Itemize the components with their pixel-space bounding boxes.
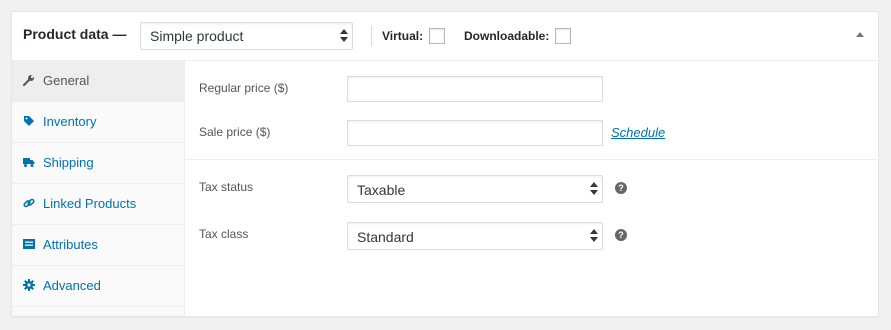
sale-price-input[interactable] xyxy=(347,120,603,146)
tax-class-label: Tax class xyxy=(199,227,249,241)
truck-icon xyxy=(23,158,35,167)
product-data-panel: Product data — Simple product Virtual: D… xyxy=(11,11,879,317)
tax-status-label: Tax status xyxy=(199,180,254,194)
general-options-panel: Regular price ($) Sale price ($) Schedul… xyxy=(185,61,878,316)
tax-status-help-icon[interactable]: ? xyxy=(615,182,627,194)
tab-advanced[interactable]: Advanced xyxy=(12,266,184,307)
regular-price-input[interactable] xyxy=(347,76,603,102)
downloadable-label: Downloadable: xyxy=(464,29,550,43)
virtual-label: Virtual: xyxy=(382,29,424,43)
tax-class-help-icon[interactable]: ? xyxy=(615,229,627,241)
tax-class-value: Standard xyxy=(357,229,414,245)
tab-shipping-label: Shipping xyxy=(43,155,94,170)
gear-icon xyxy=(23,279,35,291)
tax-class-select[interactable]: Standard xyxy=(347,222,603,250)
tab-attributes[interactable]: Attributes xyxy=(12,225,184,266)
tab-inventory-label: Inventory xyxy=(43,114,97,129)
select-arrows-icon xyxy=(590,182,598,196)
link-icon xyxy=(23,198,35,208)
tab-general[interactable]: General xyxy=(12,61,184,102)
product-type-select[interactable]: Simple product xyxy=(140,22,353,50)
panel-title: Product data — xyxy=(23,26,127,42)
wrench-icon xyxy=(23,75,34,86)
collapse-toggle-icon[interactable] xyxy=(856,32,864,37)
select-arrows-icon xyxy=(590,229,598,243)
panel-header: Product data — Simple product Virtual: D… xyxy=(12,12,878,61)
tab-linked-products[interactable]: Linked Products xyxy=(12,184,184,225)
section-divider xyxy=(185,159,878,160)
select-arrows-icon xyxy=(340,29,348,43)
tab-advanced-label: Advanced xyxy=(43,278,101,293)
tab-attributes-label: Attributes xyxy=(43,237,98,252)
tag-icon xyxy=(24,116,34,126)
tab-shipping[interactable]: Shipping xyxy=(12,143,184,184)
header-divider xyxy=(371,26,372,46)
tab-inventory[interactable]: Inventory xyxy=(12,102,184,143)
tab-linked-products-label: Linked Products xyxy=(43,196,137,211)
product-type-value: Simple product xyxy=(150,28,244,44)
tab-general-label: General xyxy=(43,73,90,88)
product-data-tabs: General Inventory Shipping Linked Produc… xyxy=(12,61,185,316)
tax-status-select[interactable]: Taxable xyxy=(347,175,603,203)
virtual-checkbox[interactable] xyxy=(429,28,445,44)
list-icon xyxy=(23,239,35,249)
regular-price-label: Regular price ($) xyxy=(199,81,289,95)
sale-price-label: Sale price ($) xyxy=(199,125,271,139)
downloadable-checkbox[interactable] xyxy=(555,28,571,44)
tax-status-value: Taxable xyxy=(357,182,406,198)
schedule-link[interactable]: Schedule xyxy=(611,125,665,140)
